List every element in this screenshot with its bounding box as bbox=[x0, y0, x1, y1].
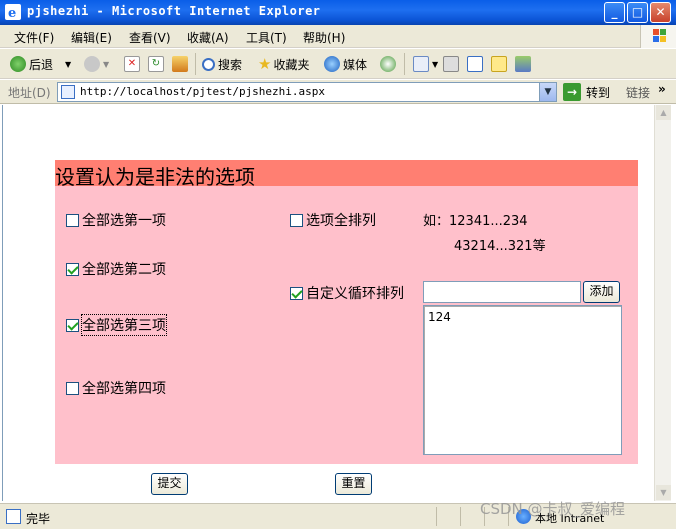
checkbox-box-checked[interactable] bbox=[66, 262, 79, 276]
checkbox-box[interactable] bbox=[66, 213, 79, 227]
home-button[interactable] bbox=[172, 54, 191, 74]
submit-button[interactable]: 提交 bbox=[151, 473, 188, 495]
menu-favorites[interactable]: 收藏(A) bbox=[187, 29, 229, 46]
option-fourth-checkbox[interactable]: 全部选第四项 bbox=[66, 378, 166, 398]
address-input[interactable]: http://localhost/pjtest/pjshezhi.aspx ▼ bbox=[57, 82, 557, 102]
svg-text:e: e bbox=[8, 6, 16, 20]
option-second-label: 全部选第二项 bbox=[82, 262, 166, 278]
scroll-up-icon[interactable]: ▲ bbox=[656, 105, 671, 120]
option-second-checkbox[interactable]: 全部选第二项 bbox=[66, 259, 166, 279]
menu-view[interactable]: 查看(V) bbox=[129, 29, 171, 46]
go-button[interactable]: 转到 bbox=[586, 84, 610, 101]
minimize-button[interactable]: _ bbox=[604, 2, 625, 23]
page-title: 设置认为是非法的选项 bbox=[55, 165, 255, 189]
permutation-label: 选项全排列 bbox=[306, 213, 376, 229]
ie-logo-icon: e bbox=[5, 4, 21, 20]
address-label: 地址(D) bbox=[8, 86, 51, 100]
mail-button[interactable]: ▼ bbox=[413, 54, 438, 74]
custom-cycle-checkbox[interactable]: 自定义循环排列 bbox=[290, 283, 404, 303]
back-button[interactable]: 后退 ▼ bbox=[10, 54, 71, 74]
mail-icon bbox=[413, 56, 429, 72]
search-label: 搜索 bbox=[218, 57, 243, 72]
settings-header: 设置认为是非法的选项 bbox=[55, 160, 638, 189]
media-button[interactable]: 媒体 bbox=[324, 54, 367, 74]
forward-arrow-icon bbox=[84, 56, 100, 72]
permutation-checkbox[interactable]: 选项全排列 bbox=[290, 210, 376, 230]
address-bar: 地址(D) http://localhost/pjtest/pjshezhi.a… bbox=[0, 80, 676, 104]
media-icon bbox=[324, 56, 340, 72]
go-arrow-icon[interactable]: → bbox=[563, 83, 581, 101]
option-third-label: 全部选第三项 bbox=[81, 314, 167, 336]
close-button[interactable]: ✕ bbox=[650, 2, 671, 23]
search-button[interactable]: 搜索 bbox=[202, 54, 242, 74]
page-done-icon bbox=[6, 509, 21, 524]
media-label: 媒体 bbox=[343, 57, 368, 72]
checkbox-box-checked[interactable] bbox=[290, 286, 303, 300]
vertical-scrollbar[interactable]: ▲ ▼ bbox=[654, 105, 671, 501]
search-icon bbox=[202, 57, 215, 71]
watermark: CSDN @卡叔_爱编程 bbox=[480, 500, 626, 518]
option-first-label: 全部选第一项 bbox=[82, 213, 166, 229]
refresh-icon: ↻ bbox=[148, 56, 164, 72]
back-arrow-icon bbox=[10, 56, 26, 72]
checkbox-box[interactable] bbox=[66, 381, 79, 395]
menu-help[interactable]: 帮助(H) bbox=[303, 29, 345, 46]
checkbox-box[interactable] bbox=[290, 213, 303, 227]
edit-icon bbox=[467, 56, 483, 72]
checkbox-box-checked[interactable] bbox=[66, 318, 79, 332]
maximize-button[interactable]: □ bbox=[627, 2, 648, 23]
back-label: 后退 bbox=[29, 57, 54, 72]
option-third-checkbox[interactable]: 全部选第三项 bbox=[66, 314, 167, 336]
menu-bar: 文件(F) 编辑(E) 查看(V) 收藏(A) 工具(T) 帮助(H) bbox=[0, 25, 676, 48]
menu-tools[interactable]: 工具(T) bbox=[246, 29, 287, 46]
windows-logo-icon bbox=[640, 25, 676, 48]
address-url[interactable]: http://localhost/pjtest/pjshezhi.aspx bbox=[80, 85, 325, 98]
example-line-1: 如：12341...234 bbox=[423, 214, 528, 229]
print-button[interactable] bbox=[443, 54, 462, 74]
discuss-button[interactable] bbox=[491, 54, 510, 74]
option-fourth-label: 全部选第四项 bbox=[82, 381, 166, 397]
mail-dropdown-icon: ▼ bbox=[432, 59, 439, 69]
window-title: pjshezhi - Microsoft Internet Explorer bbox=[27, 4, 321, 18]
menu-edit[interactable]: 编辑(E) bbox=[71, 29, 112, 46]
reset-button[interactable]: 重置 bbox=[335, 473, 372, 495]
title-bar: e pjshezhi - Microsoft Internet Explorer… bbox=[0, 0, 676, 25]
history-icon bbox=[380, 56, 396, 72]
option-first-checkbox[interactable]: 全部选第一项 bbox=[66, 210, 166, 230]
cycle-listbox[interactable]: 124 bbox=[423, 305, 622, 455]
messenger-icon bbox=[515, 56, 531, 72]
forward-dropdown-icon: ▼ bbox=[103, 59, 110, 69]
links-label[interactable]: 链接 bbox=[626, 84, 650, 101]
add-button[interactable]: 添加 bbox=[583, 281, 620, 303]
standard-toolbar: 后退 ▼ ▼ ✕ ↻ 搜索 ★ 收藏夹 媒体 ▼ bbox=[0, 49, 676, 79]
page-icon bbox=[61, 85, 75, 99]
list-item[interactable]: 124 bbox=[428, 310, 451, 324]
history-button[interactable] bbox=[380, 54, 399, 74]
edit-button[interactable] bbox=[467, 54, 486, 74]
print-icon bbox=[443, 56, 459, 72]
custom-cycle-input[interactable] bbox=[423, 281, 581, 303]
custom-cycle-label: 自定义循环排列 bbox=[306, 286, 404, 302]
example-line-2: 43214...321等 bbox=[454, 239, 546, 254]
links-more-icon[interactable]: » bbox=[658, 82, 666, 96]
menu-file[interactable]: 文件(F) bbox=[14, 29, 54, 46]
refresh-button[interactable]: ↻ bbox=[148, 54, 167, 74]
star-icon: ★ bbox=[258, 55, 272, 73]
status-text: 完毕 bbox=[26, 512, 51, 526]
note-icon bbox=[491, 56, 507, 72]
scroll-down-icon[interactable]: ▼ bbox=[656, 485, 671, 500]
address-dropdown-icon[interactable]: ▼ bbox=[539, 83, 556, 101]
stop-icon: ✕ bbox=[124, 56, 140, 72]
forward-button[interactable]: ▼ bbox=[84, 54, 109, 74]
favorites-label: 收藏夹 bbox=[273, 57, 310, 72]
messenger-button[interactable] bbox=[515, 54, 534, 74]
home-icon bbox=[172, 56, 188, 72]
favorites-button[interactable]: ★ 收藏夹 bbox=[258, 54, 309, 74]
stop-button[interactable]: ✕ bbox=[124, 54, 143, 74]
back-dropdown-icon[interactable]: ▼ bbox=[65, 60, 71, 69]
